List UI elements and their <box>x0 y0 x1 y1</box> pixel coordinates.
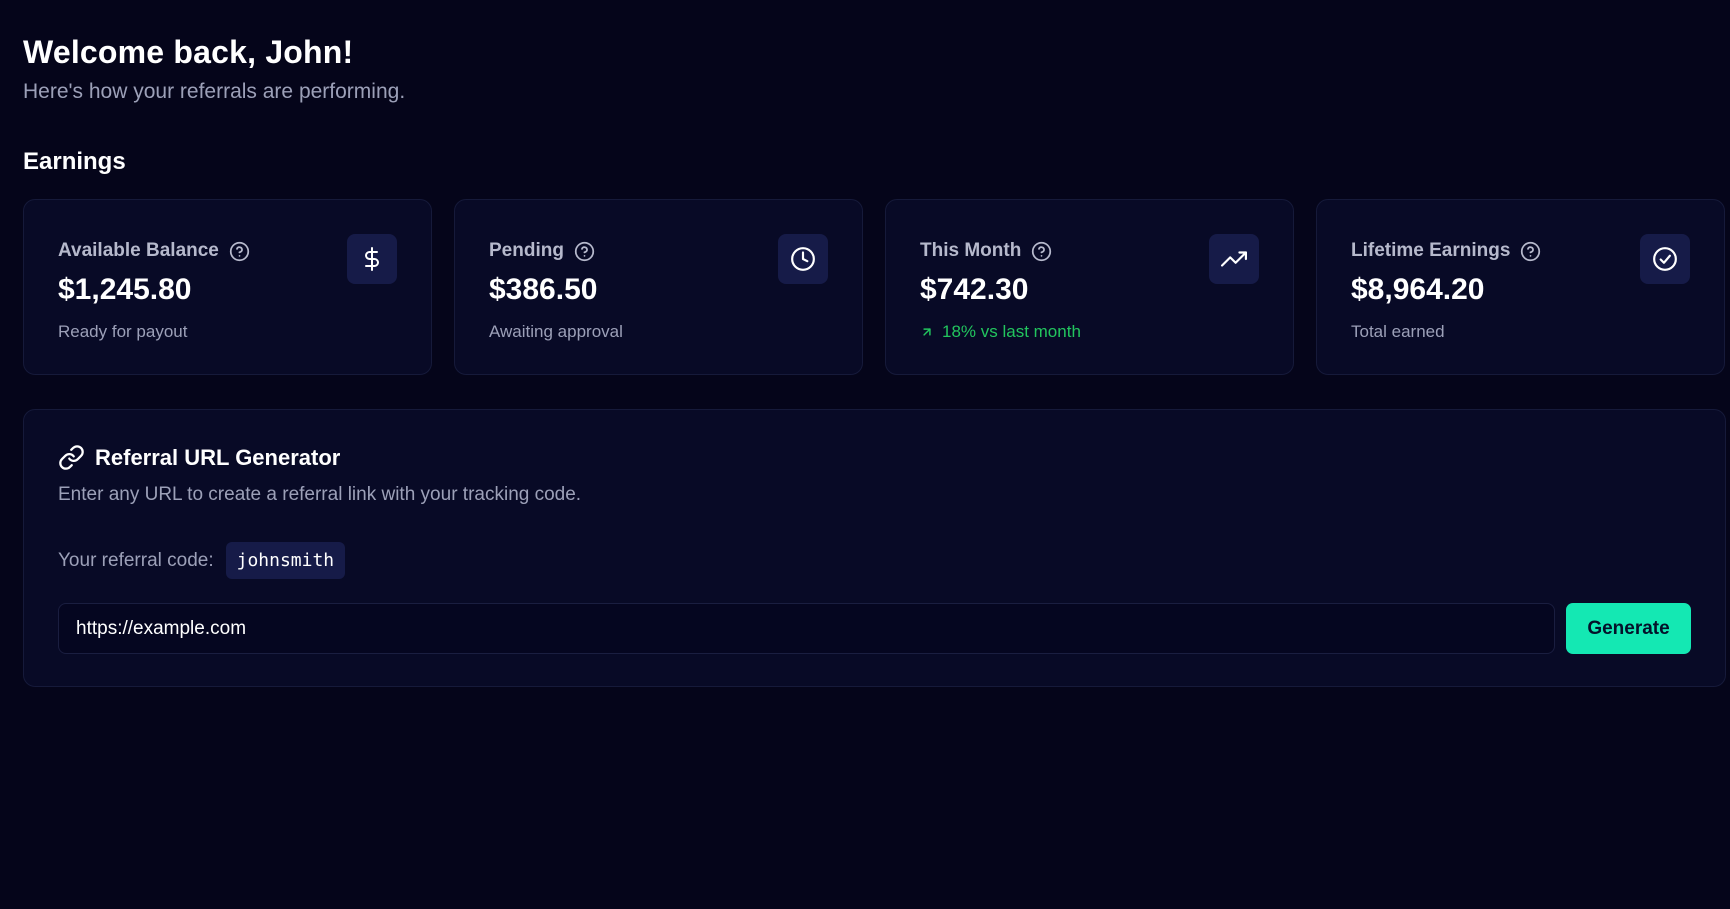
card-label: Lifetime Earnings <box>1351 240 1541 262</box>
card-label-text: This Month <box>920 240 1022 261</box>
dashboard-page: Welcome back, John! Here's how your refe… <box>0 0 1730 909</box>
pending-card: Pending $386.50 Awaiting approval <box>454 199 863 375</box>
card-value: $386.50 <box>489 273 598 306</box>
dollar-icon <box>347 234 397 284</box>
generator-title: Referral URL Generator <box>58 444 340 471</box>
card-note: Awaiting approval <box>489 322 623 342</box>
generator-description: Enter any URL to create a referral link … <box>58 484 582 505</box>
this-month-card: This Month $742.30 18% vs last month <box>885 199 1294 375</box>
card-label: Available Balance <box>58 240 250 262</box>
url-input[interactable] <box>58 603 1555 654</box>
card-note: 18% vs last month <box>920 322 1081 342</box>
generate-button[interactable]: Generate <box>1566 603 1691 654</box>
help-icon[interactable] <box>1031 241 1052 262</box>
card-label: Pending <box>489 240 595 262</box>
card-note-text: Total earned <box>1351 322 1445 341</box>
help-icon[interactable] <box>229 241 250 262</box>
referral-code-label: Your referral code: <box>58 549 214 571</box>
referral-code-row: Your referral code: johnsmith <box>58 542 346 579</box>
lifetime-earnings-card: Lifetime Earnings $8,964.20 Total earned <box>1316 199 1725 375</box>
card-value: $742.30 <box>920 273 1029 306</box>
referral-code-chip: johnsmith <box>225 542 346 579</box>
help-icon[interactable] <box>574 241 595 262</box>
card-note: Total earned <box>1351 322 1445 342</box>
card-label-text: Available Balance <box>58 240 219 261</box>
link-icon <box>58 444 85 471</box>
available-balance-card: Available Balance $1,245.80 Ready for pa… <box>23 199 432 375</box>
arrow-up-right-icon <box>920 325 934 339</box>
card-value: $8,964.20 <box>1351 273 1485 306</box>
card-value: $1,245.80 <box>58 273 192 306</box>
card-note-text: Ready for payout <box>58 322 188 341</box>
check-circle-icon <box>1640 234 1690 284</box>
generator-title-text: Referral URL Generator <box>95 444 341 470</box>
page-subtitle: Here's how your referrals are performing… <box>23 80 406 103</box>
card-note: Ready for payout <box>58 322 187 342</box>
card-label: This Month <box>920 240 1052 262</box>
earnings-cards: Available Balance $1,245.80 Ready for pa… <box>23 199 1725 375</box>
page-title: Welcome back, John! <box>23 34 354 70</box>
earnings-section-title: Earnings <box>23 148 126 175</box>
card-label-text: Pending <box>489 240 564 261</box>
card-note-text: Awaiting approval <box>489 322 623 341</box>
card-label-text: Lifetime Earnings <box>1351 240 1511 261</box>
referral-generator-panel: Referral URL Generator Enter any URL to … <box>23 409 1726 687</box>
clock-icon <box>778 234 828 284</box>
card-note-text: 18% vs last month <box>942 322 1081 341</box>
help-icon[interactable] <box>1520 241 1541 262</box>
trending-up-icon <box>1209 234 1259 284</box>
